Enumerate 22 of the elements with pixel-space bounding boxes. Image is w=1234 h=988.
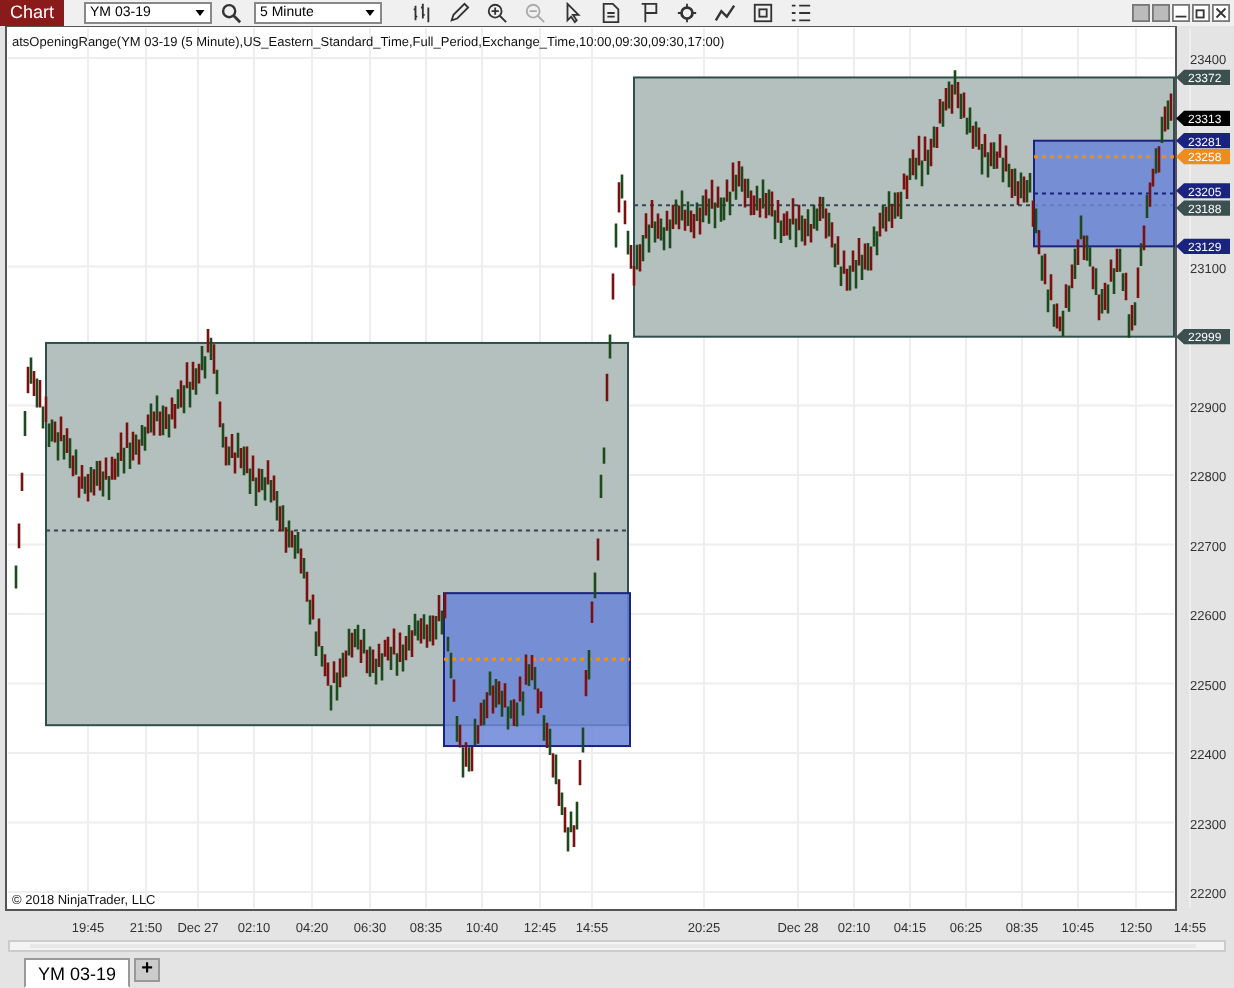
document-icon[interactable]: [600, 2, 623, 24]
zoom-in-icon[interactable]: [486, 2, 509, 24]
gear-icon[interactable]: [676, 2, 699, 24]
pencil-icon[interactable]: [448, 2, 471, 24]
tile-icon[interactable]: [1132, 4, 1150, 22]
grid-icon[interactable]: [752, 2, 775, 24]
search-icon[interactable]: [220, 2, 243, 24]
flag-icon[interactable]: [638, 2, 661, 24]
restore-icon[interactable]: [1192, 4, 1210, 22]
app-label: Chart: [0, 0, 65, 26]
chart-tab[interactable]: YM 03-19: [24, 958, 131, 988]
dropdown-arrow-icon[interactable]: [364, 8, 377, 18]
minimize-icon[interactable]: [1172, 4, 1190, 22]
add-tab-button[interactable]: +: [134, 958, 161, 982]
close-icon[interactable]: [1212, 4, 1230, 22]
line-chart-icon[interactable]: [714, 2, 737, 24]
scrollbar[interactable]: [8, 940, 1226, 952]
pointer-icon[interactable]: [562, 2, 585, 24]
dropdown-arrow-icon[interactable]: [194, 8, 207, 18]
list-icon[interactable]: [790, 2, 813, 24]
bar-chart-icon[interactable]: [410, 2, 433, 24]
tile-icon[interactable]: [1152, 4, 1170, 22]
